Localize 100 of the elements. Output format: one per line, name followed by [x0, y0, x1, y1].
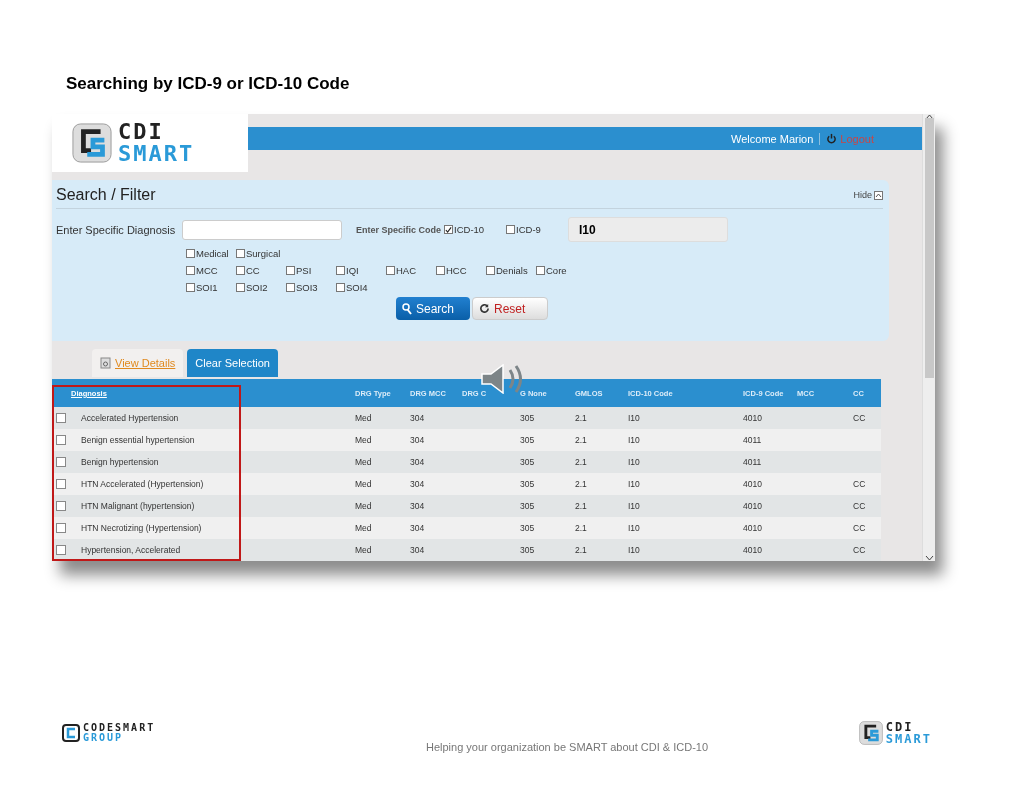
table-cell-text: CC [853, 413, 867, 423]
table-cell-text: 4011 [743, 457, 763, 467]
row-checkbox[interactable] [56, 457, 66, 467]
code-field[interactable]: I10 [568, 217, 729, 242]
table-cell-text: Med [355, 435, 373, 445]
filter-checkbox[interactable]: Surgical [236, 248, 286, 259]
table-cell-text: 305 [520, 501, 536, 511]
table-cell-text: 2.1 [575, 435, 588, 445]
collapse-icon [874, 190, 883, 200]
scroll-down-icon[interactable] [924, 555, 934, 561]
filter-checkbox[interactable]: HCC [436, 265, 486, 276]
table-cell-text: CC [853, 545, 867, 555]
table-cell-text: 304 [410, 523, 426, 533]
table-cell-text: I10 [628, 523, 641, 533]
table-cell-text: 305 [520, 523, 536, 533]
filter-checkbox[interactable]: CC [236, 265, 286, 276]
reset-button[interactable]: Reset [472, 297, 548, 320]
table-cell-text: I10 [628, 545, 641, 555]
row-checkbox[interactable] [56, 545, 66, 555]
table-cell-text: 304 [410, 457, 426, 467]
code-label: Enter Specific Code [356, 224, 442, 235]
filter-checkbox[interactable]: SOI4 [336, 282, 386, 293]
table-cell-text: 4010 [743, 523, 763, 533]
filter-checkbox[interactable]: Medical [186, 248, 236, 259]
table-cell-text: Benign hypertension [80, 457, 160, 467]
filter-checkbox[interactable]: SOI3 [286, 282, 336, 293]
diagnosis-label: Enter Specific Diagnosis [56, 223, 177, 236]
company-logo: CODESMART GROUP [62, 723, 156, 743]
table-cell-text: Benign essential hypertension [80, 435, 196, 445]
document-icon [100, 356, 111, 369]
table-cell-text: 4010 [743, 545, 763, 555]
table-cell-text: Med [355, 413, 373, 423]
table-cell-text: HTN Necrotizing (Hypertension) [80, 523, 203, 533]
table-cell-text: I10 [628, 457, 641, 467]
row-checkbox[interactable] [56, 501, 66, 511]
filter-checkbox[interactable]: IQI [336, 265, 386, 276]
filter-checkbox[interactable]: SOI2 [236, 282, 286, 293]
table-cell-text: 2.1 [575, 479, 588, 489]
table-cell-text: 304 [410, 545, 426, 555]
filter-checkbox[interactable]: Core [536, 265, 586, 276]
table-cell-text: CC [853, 501, 867, 511]
filter-checkbox[interactable]: MCC [186, 265, 236, 276]
table-cell-text: HTN Accelerated (Hypertension) [80, 479, 205, 489]
table-cell-text: 2.1 [575, 523, 588, 533]
row-checkbox[interactable] [56, 479, 66, 489]
table-cell-text: 2.1 [575, 413, 588, 423]
table-cell-text: I10 [628, 413, 641, 423]
welcome-text: Welcome Marion [731, 132, 814, 145]
table-cell-text: Med [355, 457, 373, 467]
table-cell-text: 305 [520, 457, 536, 467]
diagnosis-field[interactable] [182, 219, 342, 240]
filter-checkbox[interactable]: PSI [286, 265, 336, 276]
filter-checkbox[interactable]: SOI1 [186, 282, 236, 293]
table-cell-text: 2.1 [575, 501, 588, 511]
table-cell-text: Hypertension, Accelerated [80, 545, 182, 555]
row-checkbox[interactable] [56, 413, 66, 423]
row-checkbox[interactable] [56, 523, 66, 533]
table-cell-text: 305 [520, 413, 536, 423]
table-cell-text: I10 [628, 435, 641, 445]
hide-toggle[interactable]: Hide [853, 190, 883, 200]
table-cell-text: HTN Malignant (hypertension) [80, 501, 196, 511]
table-cell-text: Accelerated Hypertension [80, 413, 180, 423]
code-type-checkbox[interactable]: ICD-10 [444, 224, 507, 235]
row-checkbox[interactable] [56, 435, 66, 445]
table-cell-text: 4011 [743, 435, 763, 445]
table-cell-text: CC [853, 523, 867, 533]
table-cell-text: 305 [520, 545, 536, 555]
table-cell-text: 2.1 [575, 545, 588, 555]
table-cell-text: 305 [520, 435, 536, 445]
table-cell-text: I10 [628, 501, 641, 511]
footer-tagline: Helping your organization be SMART about CDI & ICD-10 [426, 741, 709, 753]
table-cell-text: 4010 [743, 413, 763, 423]
filter-checkbox[interactable]: Denials [486, 265, 536, 276]
scrollbar[interactable] [922, 114, 935, 561]
clear-selection-button[interactable]: Clear Selection [187, 348, 278, 377]
table-cell-text: CC [853, 479, 867, 489]
table-cell-text: 305 [520, 479, 536, 489]
table-cell-text: Med [355, 479, 373, 489]
logo-mark-icon [72, 123, 112, 163]
table-cell-text: Med [355, 545, 373, 555]
table-cell-text: 4010 [743, 479, 763, 489]
product-logo: CDI SMART [858, 721, 932, 745]
table-cell-text: 304 [410, 413, 426, 423]
panel-title: Search / Filter [56, 186, 156, 204]
logo-mark-icon [858, 721, 883, 745]
table-cell-text: I10 [628, 479, 641, 489]
filter-checkbox[interactable]: HAC [386, 265, 436, 276]
code-type-checkbox[interactable]: ICD-9 [506, 224, 563, 235]
search-button[interactable]: Search [396, 297, 470, 320]
app-logo: CDI SMART [52, 114, 248, 172]
scroll-up-icon[interactable] [924, 114, 934, 120]
table-cell-text: Med [355, 501, 373, 511]
logo-mark-icon [62, 724, 80, 742]
table-cell-text: 4010 [743, 501, 763, 511]
table-cell-text: 304 [410, 501, 426, 511]
checkmark-icon [445, 225, 453, 234]
refresh-icon [479, 303, 490, 314]
table-cell-text: 304 [410, 435, 426, 445]
table-cell-text: 2.1 [575, 457, 588, 467]
page-title: Searching by ICD-9 or ICD-10 Code [66, 74, 351, 94]
